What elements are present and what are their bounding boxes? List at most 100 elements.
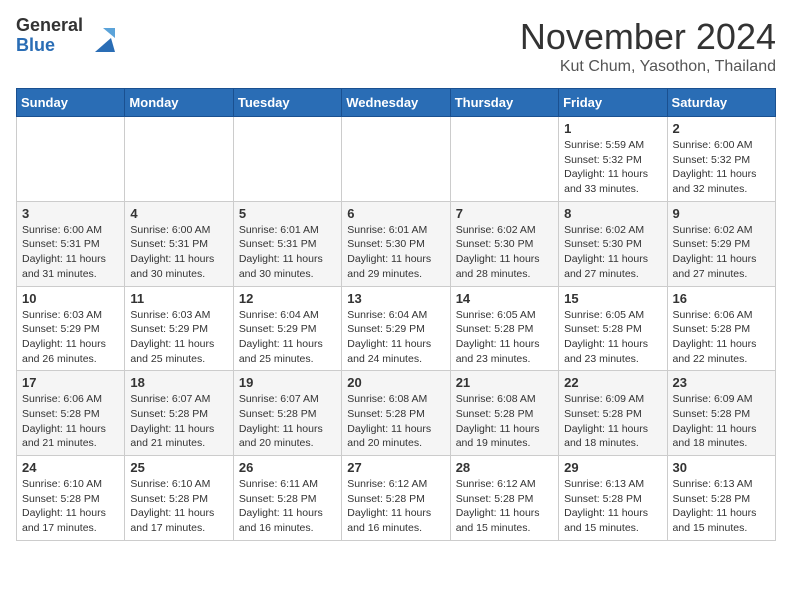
day-number: 8 <box>564 206 661 221</box>
day-info: Sunrise: 6:07 AM Sunset: 5:28 PM Dayligh… <box>239 392 336 451</box>
day-info: Sunrise: 6:08 AM Sunset: 5:28 PM Dayligh… <box>347 392 444 451</box>
day-number: 29 <box>564 460 661 475</box>
calendar-cell: 16 Sunrise: 6:06 AM Sunset: 5:28 PM Dayli… <box>667 286 775 371</box>
day-info: Sunrise: 6:00 AM Sunset: 5:31 PM Dayligh… <box>130 223 227 282</box>
logo: General Blue <box>16 16 119 56</box>
calendar-cell: 19 Sunrise: 6:07 AM Sunset: 5:28 PM Dayli… <box>233 371 341 456</box>
day-number: 11 <box>130 291 227 306</box>
calendar-cell: 14 Sunrise: 6:05 AM Sunset: 5:28 PM Dayli… <box>450 286 558 371</box>
day-number: 16 <box>673 291 770 306</box>
calendar-cell: 5 Sunrise: 6:01 AM Sunset: 5:31 PM Daylig… <box>233 201 341 286</box>
calendar-cell: 6 Sunrise: 6:01 AM Sunset: 5:30 PM Daylig… <box>342 201 450 286</box>
day-number: 17 <box>22 375 119 390</box>
calendar-week-row: 1 Sunrise: 5:59 AM Sunset: 5:32 PM Daylig… <box>17 117 776 202</box>
day-number: 14 <box>456 291 553 306</box>
day-info: Sunrise: 6:11 AM Sunset: 5:28 PM Dayligh… <box>239 477 336 536</box>
calendar-cell: 29 Sunrise: 6:13 AM Sunset: 5:28 PM Dayli… <box>559 456 667 541</box>
day-info: Sunrise: 6:07 AM Sunset: 5:28 PM Dayligh… <box>130 392 227 451</box>
day-number: 18 <box>130 375 227 390</box>
calendar-cell <box>17 117 125 202</box>
calendar-cell <box>342 117 450 202</box>
calendar-week-row: 17 Sunrise: 6:06 AM Sunset: 5:28 PM Dayli… <box>17 371 776 456</box>
day-number: 21 <box>456 375 553 390</box>
calendar-day-header: Tuesday <box>233 89 341 117</box>
calendar-header-row: SundayMondayTuesdayWednesdayThursdayFrid… <box>17 89 776 117</box>
day-number: 23 <box>673 375 770 390</box>
day-info: Sunrise: 6:06 AM Sunset: 5:28 PM Dayligh… <box>22 392 119 451</box>
day-info: Sunrise: 6:06 AM Sunset: 5:28 PM Dayligh… <box>673 308 770 367</box>
day-number: 12 <box>239 291 336 306</box>
calendar-cell: 9 Sunrise: 6:02 AM Sunset: 5:29 PM Daylig… <box>667 201 775 286</box>
calendar-cell: 4Sunrise: 6:00 AM Sunset: 5:31 PM Daylig… <box>125 201 233 286</box>
day-info: Sunrise: 6:00 AM Sunset: 5:31 PM Dayligh… <box>22 223 119 282</box>
calendar-day-header: Thursday <box>450 89 558 117</box>
day-number: 13 <box>347 291 444 306</box>
location-title: Kut Chum, Yasothon, Thailand <box>520 58 776 76</box>
day-info: Sunrise: 6:03 AM Sunset: 5:29 PM Dayligh… <box>130 308 227 367</box>
day-info: Sunrise: 6:02 AM Sunset: 5:29 PM Dayligh… <box>673 223 770 282</box>
month-title: November 2024 <box>520 16 776 58</box>
day-info: Sunrise: 6:12 AM Sunset: 5:28 PM Dayligh… <box>347 477 444 536</box>
day-number: 19 <box>239 375 336 390</box>
day-info: Sunrise: 6:05 AM Sunset: 5:28 PM Dayligh… <box>564 308 661 367</box>
calendar-day-header: Monday <box>125 89 233 117</box>
day-info: Sunrise: 6:02 AM Sunset: 5:30 PM Dayligh… <box>564 223 661 282</box>
calendar-cell: 22 Sunrise: 6:09 AM Sunset: 5:28 PM Dayli… <box>559 371 667 456</box>
calendar-cell: 11 Sunrise: 6:03 AM Sunset: 5:29 PM Dayli… <box>125 286 233 371</box>
day-number: 25 <box>130 460 227 475</box>
day-info: Sunrise: 6:09 AM Sunset: 5:28 PM Dayligh… <box>673 392 770 451</box>
calendar-cell: 26 Sunrise: 6:11 AM Sunset: 5:28 PM Dayli… <box>233 456 341 541</box>
day-info: Sunrise: 6:01 AM Sunset: 5:31 PM Dayligh… <box>239 223 336 282</box>
day-number: 3 <box>22 206 119 221</box>
day-number: 22 <box>564 375 661 390</box>
day-info: Sunrise: 6:13 AM Sunset: 5:28 PM Dayligh… <box>564 477 661 536</box>
day-number: 15 <box>564 291 661 306</box>
day-info: Sunrise: 6:04 AM Sunset: 5:29 PM Dayligh… <box>239 308 336 367</box>
calendar-table: SundayMondayTuesdayWednesdayThursdayFrid… <box>16 88 776 541</box>
day-number: 10 <box>22 291 119 306</box>
calendar-cell: 18 Sunrise: 6:07 AM Sunset: 5:28 PM Dayli… <box>125 371 233 456</box>
day-number: 26 <box>239 460 336 475</box>
calendar-cell: 2 Sunrise: 6:00 AM Sunset: 5:32 PM Daylig… <box>667 117 775 202</box>
calendar-cell <box>125 117 233 202</box>
day-number: 1 <box>564 121 661 136</box>
calendar-cell: 15 Sunrise: 6:05 AM Sunset: 5:28 PM Dayli… <box>559 286 667 371</box>
day-number: 5 <box>239 206 336 221</box>
calendar-cell: 30Sunrise: 6:13 AM Sunset: 5:28 PM Dayli… <box>667 456 775 541</box>
calendar-cell: 7Sunrise: 6:02 AM Sunset: 5:30 PM Daylig… <box>450 201 558 286</box>
day-info: Sunrise: 6:03 AM Sunset: 5:29 PM Dayligh… <box>22 308 119 367</box>
day-info: Sunrise: 6:02 AM Sunset: 5:30 PM Dayligh… <box>456 223 553 282</box>
calendar-cell <box>233 117 341 202</box>
calendar-cell: 21 Sunrise: 6:08 AM Sunset: 5:28 PM Dayli… <box>450 371 558 456</box>
day-number: 2 <box>673 121 770 136</box>
day-info: Sunrise: 6:05 AM Sunset: 5:28 PM Dayligh… <box>456 308 553 367</box>
day-info: Sunrise: 6:08 AM Sunset: 5:28 PM Dayligh… <box>456 392 553 451</box>
calendar-cell: 28 Sunrise: 6:12 AM Sunset: 5:28 PM Dayli… <box>450 456 558 541</box>
day-number: 30 <box>673 460 770 475</box>
day-number: 9 <box>673 206 770 221</box>
calendar-cell: 8 Sunrise: 6:02 AM Sunset: 5:30 PM Daylig… <box>559 201 667 286</box>
title-section: November 2024 Kut Chum, Yasothon, Thaila… <box>520 16 776 76</box>
calendar-day-header: Sunday <box>17 89 125 117</box>
day-number: 6 <box>347 206 444 221</box>
page-header: General Blue November 2024 Kut Chum, Yas… <box>16 16 776 76</box>
day-info: Sunrise: 6:04 AM Sunset: 5:29 PM Dayligh… <box>347 308 444 367</box>
calendar-cell: 10 Sunrise: 6:03 AM Sunset: 5:29 PM Dayli… <box>17 286 125 371</box>
day-info: Sunrise: 6:10 AM Sunset: 5:28 PM Dayligh… <box>22 477 119 536</box>
calendar-cell: 25 Sunrise: 6:10 AM Sunset: 5:28 PM Dayli… <box>125 456 233 541</box>
day-info: Sunrise: 5:59 AM Sunset: 5:32 PM Dayligh… <box>564 138 661 197</box>
calendar-cell: 27 Sunrise: 6:12 AM Sunset: 5:28 PM Dayli… <box>342 456 450 541</box>
calendar-day-header: Wednesday <box>342 89 450 117</box>
day-info: Sunrise: 6:00 AM Sunset: 5:32 PM Dayligh… <box>673 138 770 197</box>
calendar-cell: 24 Sunrise: 6:10 AM Sunset: 5:28 PM Dayli… <box>17 456 125 541</box>
logo-blue-text: Blue <box>16 36 83 56</box>
calendar-week-row: 24 Sunrise: 6:10 AM Sunset: 5:28 PM Dayli… <box>17 456 776 541</box>
day-info: Sunrise: 6:01 AM Sunset: 5:30 PM Dayligh… <box>347 223 444 282</box>
calendar-cell: 3 Sunrise: 6:00 AM Sunset: 5:31 PM Daylig… <box>17 201 125 286</box>
day-info: Sunrise: 6:12 AM Sunset: 5:28 PM Dayligh… <box>456 477 553 536</box>
day-number: 27 <box>347 460 444 475</box>
day-info: Sunrise: 6:10 AM Sunset: 5:28 PM Dayligh… <box>130 477 227 536</box>
day-number: 28 <box>456 460 553 475</box>
day-number: 24 <box>22 460 119 475</box>
day-info: Sunrise: 6:09 AM Sunset: 5:28 PM Dayligh… <box>564 392 661 451</box>
